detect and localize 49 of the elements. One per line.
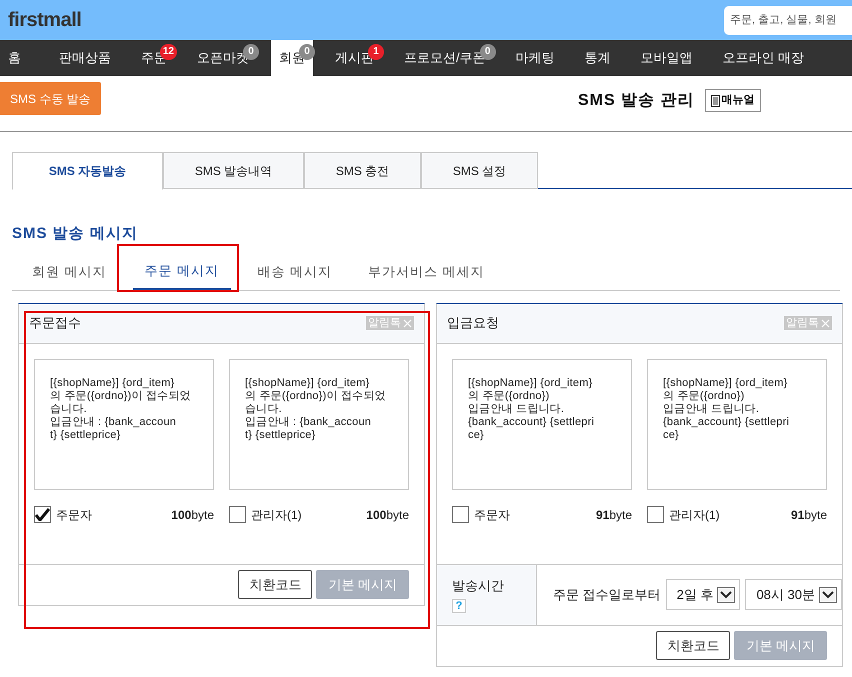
byte-count: 100byte — [366, 506, 409, 524]
logo[interactable]: firstmall — [8, 5, 82, 35]
card-title: 입금요청 — [447, 314, 499, 332]
nav-tab[interactable]: 통계 — [576, 40, 619, 76]
nav-tab[interactable]: 홈 — [0, 40, 29, 76]
tab[interactable]: SMS 충전 — [304, 152, 421, 189]
checkbox[interactable] — [647, 506, 664, 523]
manual-button[interactable]: 매뉴얼 — [704, 89, 761, 112]
chevron-down-icon — [819, 586, 837, 602]
nav-tab[interactable]: 마케팅 — [508, 40, 563, 76]
close-icon — [821, 318, 830, 328]
card-title: 주문접수 — [29, 314, 81, 332]
page-title: SMS 발송 관리 — [578, 90, 695, 110]
message-text-box[interactable]: [{shopName}] {ord_item} 의 주문({ordno}) 입금안내 드립니다. {bank_account} {settlepri ce} — [452, 358, 632, 490]
schedule-label: 발송시간 — [452, 576, 505, 595]
search-field[interactable]: 주문, 출고, 실물, 회원 — [724, 6, 852, 34]
message-text-box[interactable]: [{shopName}] {ord_item} 의 주문({ordno})이 접수되었 습니다. 입금안내 : {bank_accoun t} {settleprice} — [229, 358, 409, 490]
checkbox[interactable] — [452, 506, 469, 523]
section-title: SMS 발송 메시지 — [12, 224, 139, 244]
recipient-label: 주문자 — [474, 506, 510, 524]
message-text-box[interactable]: [{shopName}] {ord_item} 의 주문({ordno})이 접수되었 습니다. 입금안내 : {bank_accoun t} {settleprice} — [34, 358, 214, 490]
checkbox[interactable] — [34, 506, 51, 523]
tab[interactable]: SMS 설정 — [421, 152, 538, 189]
recipient-label: 관리자(1) — [669, 506, 720, 524]
recipient-label: 관리자(1) — [251, 506, 302, 524]
sub-tab[interactable]: 주문 메시지 — [132, 254, 232, 290]
select-field[interactable]: 2일 후 — [666, 579, 740, 610]
check-icon — [35, 508, 50, 521]
sub-tab[interactable]: 배송 메시지 — [245, 254, 344, 290]
byte-count: 100byte — [171, 506, 214, 524]
nav-tab[interactable]: 모바일앱 — [632, 40, 701, 76]
chevron-down-icon — [717, 586, 736, 602]
document-icon — [710, 94, 720, 106]
tab[interactable]: SMS 발송내역 — [163, 152, 304, 189]
nav-tab[interactable]: 오프라인 매장 — [714, 40, 812, 76]
substitution-code-button[interactable]: 치환코드 — [238, 570, 312, 599]
byte-count: 91byte — [596, 506, 632, 524]
select-field[interactable]: 08시 30분 — [745, 579, 842, 610]
checkbox[interactable] — [229, 506, 246, 523]
tab[interactable]: SMS 자동발송 — [12, 152, 163, 190]
substitution-code-button[interactable]: 치환코드 — [656, 631, 730, 660]
sub-tab[interactable]: 회원 메시지 — [20, 254, 119, 290]
message-text-box[interactable]: [{shopName}] {ord_item} 의 주문({ordno}) 입금안내 드립니다. {bank_account} {settlepri ce} — [647, 358, 827, 490]
sub-tab[interactable]: 부가서비스 메세지 — [356, 254, 496, 290]
close-icon — [403, 318, 412, 328]
byte-count: 91byte — [790, 506, 827, 524]
schedule-prefix: 주문 접수일로부터 — [552, 586, 661, 604]
nav-tab[interactable]: 판매상품 — [51, 40, 119, 76]
recipient-label: 주문자 — [56, 506, 92, 524]
